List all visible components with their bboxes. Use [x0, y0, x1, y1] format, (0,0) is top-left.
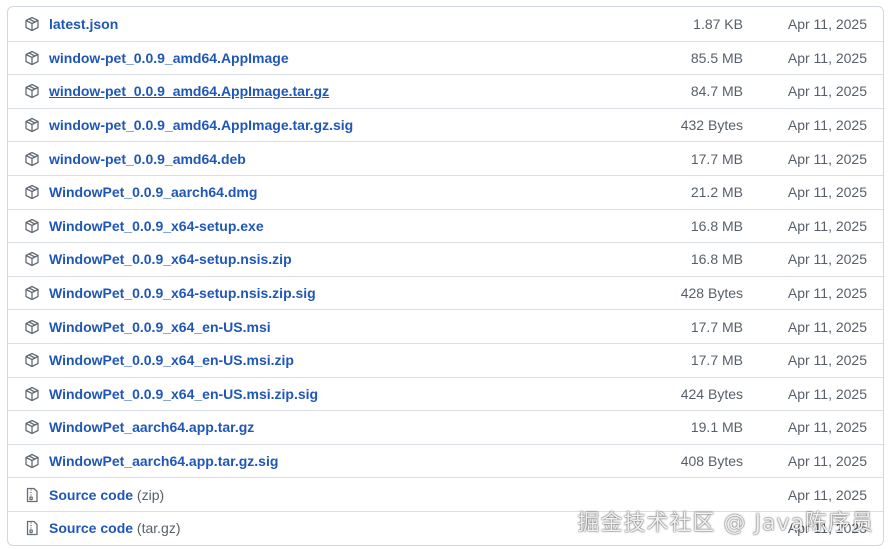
source-code-link[interactable]: Source code (tar.gz) [49, 520, 181, 536]
source-code-format: (zip) [136, 486, 165, 503]
package-icon [24, 285, 40, 301]
package-icon [24, 386, 40, 402]
package-icon [24, 218, 40, 234]
asset-row: WindowPet_0.0.9_aarch64.dmg 21.2 MB Apr … [8, 174, 883, 209]
asset-row: WindowPet_0.0.9_x64_en-US.msi 17.7 MB Ap… [8, 309, 883, 343]
asset-date: Apr 11, 2025 [787, 217, 867, 234]
package-icon [24, 16, 40, 32]
file-zip-icon [24, 487, 40, 503]
asset-row: WindowPet_aarch64.app.tar.gz.sig 408 Byt… [8, 443, 883, 478]
asset-date: Apr 11, 2025 [787, 83, 867, 100]
asset-link[interactable]: WindowPet_aarch64.app.tar.gz.sig [49, 453, 278, 469]
asset-row: latest.json 1.87 KB Apr 11, 2025 [8, 7, 883, 41]
package-icon [24, 419, 40, 435]
asset-date: Apr 11, 2025 [787, 486, 867, 503]
asset-link[interactable]: WindowPet_0.0.9_x64-setup.nsis.zip.sig [49, 285, 316, 301]
source-code-label: Source code [49, 486, 134, 503]
asset-row: WindowPet_aarch64.app.tar.gz 19.1 MB Apr… [8, 410, 883, 444]
asset-date: Apr 11, 2025 [787, 117, 867, 134]
package-icon [24, 319, 40, 335]
asset-size: 428 Bytes [680, 285, 743, 302]
package-icon [24, 352, 40, 368]
asset-size: 432 Bytes [680, 117, 743, 134]
asset-link[interactable]: WindowPet_0.0.9_x64_en-US.msi [49, 319, 271, 335]
package-icon [24, 184, 40, 200]
asset-row: window-pet_0.0.9_amd64.AppImage.tar.gz 8… [8, 74, 883, 108]
asset-date: Apr 11, 2025 [787, 184, 867, 201]
asset-date: Apr 11, 2025 [787, 352, 867, 369]
asset-size: 16.8 MB [690, 251, 743, 268]
release-assets-list: latest.json 1.87 KB Apr 11, 2025 window-… [7, 6, 884, 546]
asset-date: Apr 11, 2025 [787, 453, 867, 470]
asset-size: 17.7 MB [690, 150, 743, 167]
asset-row: WindowPet_0.0.9_x64_en-US.msi.zip.sig 42… [8, 376, 883, 411]
package-icon [24, 251, 40, 267]
asset-size: 1.87 KB [693, 15, 743, 32]
asset-link[interactable]: WindowPet_0.0.9_x64_en-US.msi.zip.sig [49, 386, 318, 402]
asset-row: WindowPet_0.0.9_x64-setup.nsis.zip.sig 4… [8, 275, 883, 310]
asset-link[interactable]: window-pet_0.0.9_amd64.AppImage.tar.gz [49, 83, 329, 99]
package-icon [24, 83, 40, 99]
asset-size: 16.8 MB [690, 217, 743, 234]
asset-link[interactable]: WindowPet_aarch64.app.tar.gz [49, 419, 254, 435]
asset-link[interactable]: WindowPet_0.0.9_x64_en-US.msi.zip [49, 352, 294, 368]
asset-date: Apr 11, 2025 [787, 285, 867, 302]
package-icon [24, 117, 40, 133]
asset-link[interactable]: WindowPet_0.0.9_x64-setup.nsis.zip [49, 251, 292, 267]
package-icon [24, 151, 40, 167]
asset-size: 17.7 MB [690, 318, 743, 335]
package-icon [24, 50, 40, 66]
asset-row: window-pet_0.0.9_amd64.deb 17.7 MB Apr 1… [8, 141, 883, 175]
source-code-link[interactable]: Source code (zip) [49, 487, 164, 503]
asset-size: 85.5 MB [690, 49, 743, 66]
source-code-format: (tar.gz) [136, 520, 181, 537]
asset-date: Apr 11, 2025 [787, 251, 867, 268]
asset-row: WindowPet_0.0.9_x64-setup.exe 16.8 MB Ap… [8, 208, 883, 243]
asset-row: window-pet_0.0.9_amd64.AppImage 85.5 MB … [8, 40, 883, 75]
asset-size: 19.1 MB [690, 419, 743, 436]
asset-size: 84.7 MB [690, 83, 743, 100]
asset-date: Apr 11, 2025 [787, 150, 867, 167]
asset-date: Apr 11, 2025 [787, 385, 867, 402]
asset-link[interactable]: WindowPet_0.0.9_x64-setup.exe [49, 218, 264, 234]
asset-date: Apr 11, 2025 [787, 15, 867, 32]
package-icon [24, 453, 40, 469]
asset-size: 17.7 MB [690, 352, 743, 369]
watermark-text: 掘金技术社区 @ Java陈序员 [577, 511, 874, 536]
asset-row: window-pet_0.0.9_amd64.AppImage.tar.gz.s… [8, 107, 883, 142]
asset-row: WindowPet_0.0.9_x64_en-US.msi.zip 17.7 M… [8, 342, 883, 377]
asset-row: WindowPet_0.0.9_x64-setup.nsis.zip 16.8 … [8, 242, 883, 276]
asset-link[interactable]: window-pet_0.0.9_amd64.deb [49, 151, 246, 167]
asset-link[interactable]: WindowPet_0.0.9_aarch64.dmg [49, 184, 257, 200]
file-zip-icon [24, 520, 40, 536]
asset-date: Apr 11, 2025 [787, 318, 867, 335]
asset-link[interactable]: window-pet_0.0.9_amd64.AppImage [49, 50, 289, 66]
asset-size: 21.2 MB [690, 184, 743, 201]
asset-link[interactable]: window-pet_0.0.9_amd64.AppImage.tar.gz.s… [49, 117, 353, 133]
asset-size: 408 Bytes [680, 453, 743, 470]
asset-date: Apr 11, 2025 [787, 419, 867, 436]
asset-size: 424 Bytes [680, 385, 743, 402]
asset-date: Apr 11, 2025 [787, 49, 867, 66]
asset-link[interactable]: latest.json [49, 16, 118, 32]
source-code-label: Source code [49, 520, 134, 537]
